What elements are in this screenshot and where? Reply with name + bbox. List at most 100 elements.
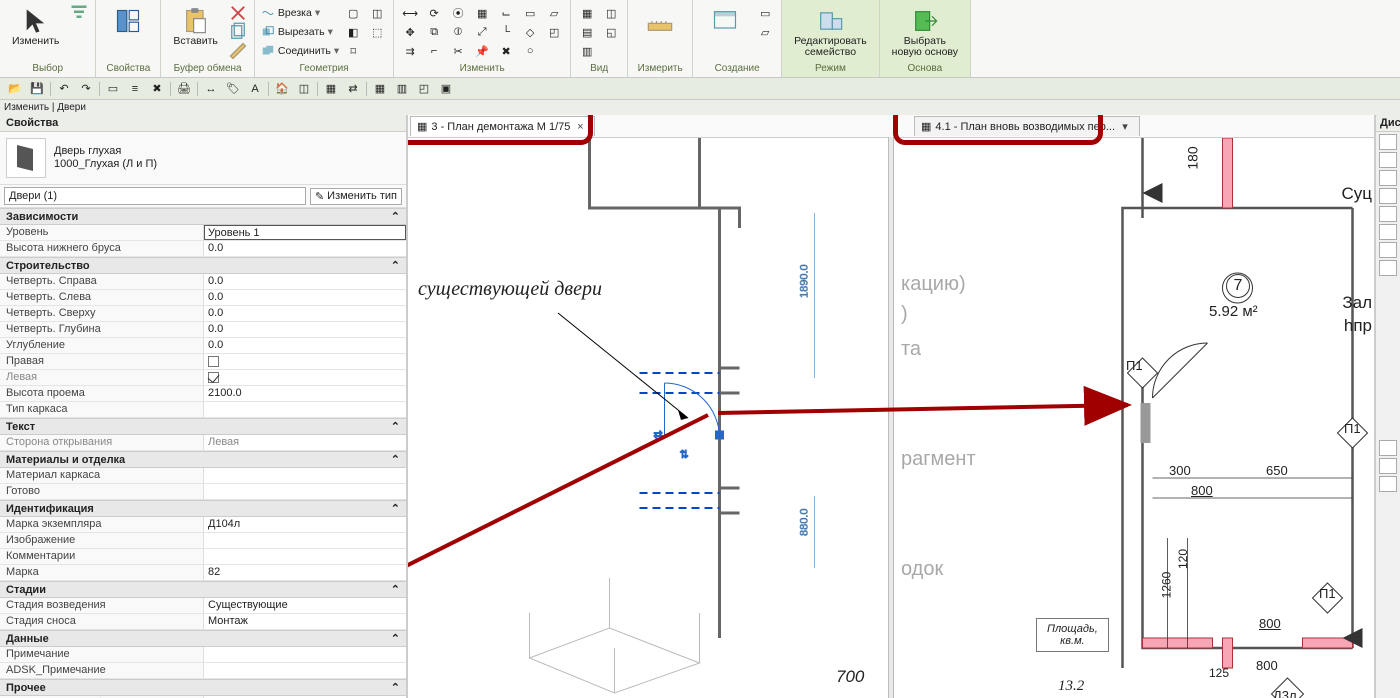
q-close-icon[interactable]: ✖ [148, 81, 166, 97]
p-v[interactable]: 0.0 [203, 338, 406, 353]
modify-ex5-icon[interactable]: ◰ [544, 23, 564, 41]
properties-button[interactable] [102, 4, 154, 36]
modify-button[interactable]: Изменить [6, 4, 65, 49]
p-v[interactable] [203, 533, 406, 548]
q-tile-icon[interactable]: ▦ [371, 81, 389, 97]
p-v[interactable]: 0.0 [203, 306, 406, 321]
q-sect-icon[interactable]: ▭ [104, 81, 122, 97]
p-v[interactable] [203, 549, 406, 564]
mirror-pick-icon[interactable]: ⦶ [448, 23, 468, 41]
pb-btn4[interactable] [1379, 188, 1397, 204]
pb-btn9[interactable] [1379, 440, 1397, 456]
split-icon[interactable]: ✂ [448, 42, 468, 60]
view1-icon[interactable]: ▦ [577, 4, 597, 22]
paste-button[interactable]: Вставить [167, 4, 224, 49]
p-v[interactable] [203, 647, 406, 662]
p-v[interactable]: Д104л [203, 517, 406, 532]
offset-icon[interactable]: ⇉ [400, 42, 420, 60]
scale-icon[interactable]: ⤢ [472, 23, 492, 41]
plan-right-canvas[interactable] [891, 138, 1374, 698]
q-win-icon[interactable]: ▣ [437, 81, 455, 97]
q-open-icon[interactable]: 📂 [6, 81, 24, 97]
q-thinlines-icon[interactable]: ≡ [126, 81, 144, 97]
editfamily-button[interactable]: Редактировать семейство [788, 4, 873, 60]
p-v[interactable] [203, 402, 406, 417]
pb-btn11[interactable] [1379, 476, 1397, 492]
mirror-axis-icon[interactable]: ⦿ [448, 4, 468, 22]
q-print-icon[interactable]: 🖨 [175, 81, 193, 97]
trim-icon[interactable]: ⌐ [424, 42, 444, 60]
cope-button[interactable]: Врезка▾ [261, 4, 339, 22]
tab-close-icon[interactable]: ▾ [1119, 120, 1131, 133]
q-undo-icon[interactable]: ↶ [55, 81, 73, 97]
geom2-icon[interactable]: ◧ [343, 23, 363, 41]
q-dim-icon[interactable]: ↔ [202, 81, 220, 97]
modify-ex1-icon[interactable]: ▭ [520, 4, 540, 22]
create3-icon[interactable]: ▱ [755, 23, 775, 41]
collapse-icon[interactable]: ⌃ [391, 583, 400, 596]
pb-btn2[interactable] [1379, 152, 1397, 168]
array-icon[interactable]: ▦ [472, 4, 492, 22]
p-v[interactable]: 0.0 [203, 274, 406, 289]
move-icon[interactable]: ✥ [400, 23, 420, 41]
instance-filter-combo[interactable]: Двери (1) [4, 187, 306, 205]
collapse-icon[interactable]: ⌃ [391, 632, 400, 645]
q-manage-icon[interactable]: ▦ [322, 81, 340, 97]
copy-icon[interactable] [228, 23, 248, 41]
q-save-icon[interactable]: 💾 [28, 81, 46, 97]
collapse-icon[interactable]: ⌃ [391, 420, 400, 433]
collapse-icon[interactable]: ⌃ [391, 502, 400, 515]
q-text-icon[interactable]: A [246, 81, 264, 97]
edit-type-button[interactable]: ✎Изменить тип [310, 188, 402, 205]
pb-btn1[interactable] [1379, 134, 1397, 150]
pb-btn7[interactable] [1379, 242, 1397, 258]
create-button[interactable] [699, 4, 751, 36]
view5-icon[interactable]: ◱ [601, 23, 621, 41]
drawing-area[interactable]: ▦ 3 - План демонтажа М 1/75 × ▦ 4.1 - Пл… [407, 115, 1375, 698]
cut-icon[interactable] [228, 4, 248, 22]
param-level-value[interactable] [204, 225, 406, 240]
cutgeo-button[interactable]: Вырезать▾ [261, 23, 339, 41]
collapse-icon[interactable]: ⌃ [391, 453, 400, 466]
view3-icon[interactable]: ▥ [577, 42, 597, 60]
param-right-hand-check[interactable] [203, 354, 406, 369]
create2-icon[interactable]: ▭ [755, 4, 775, 22]
copy-mod-icon[interactable]: ⧉ [424, 23, 444, 41]
q-3d-icon[interactable]: 🏠 [273, 81, 291, 97]
align-icon[interactable]: ⟷ [400, 4, 420, 22]
collapse-icon[interactable]: ⌃ [391, 210, 400, 223]
view4-icon[interactable]: ◫ [601, 4, 621, 22]
param-sill-value[interactable]: 0.0 [203, 241, 406, 256]
p-v[interactable]: 0.0 [203, 322, 406, 337]
filter-icon[interactable] [69, 4, 89, 22]
pb-btn10[interactable] [1379, 458, 1397, 474]
tab-close-icon[interactable]: × [574, 121, 586, 133]
pb-btn5[interactable] [1379, 206, 1397, 222]
q-section-icon[interactable]: ◫ [295, 81, 313, 97]
view-splitter[interactable] [888, 137, 894, 698]
plan-left-canvas[interactable]: ⇄ ⇅ 1890.0 880.0 [408, 138, 891, 698]
measure-button[interactable] [634, 4, 686, 36]
join-button[interactable]: Соединить▾ [261, 42, 339, 60]
trim-ext-icon[interactable]: ⌙ [496, 4, 516, 22]
param-phase-created-value[interactable]: Существующие [203, 598, 406, 613]
p-v[interactable]: 0.0 [203, 290, 406, 305]
wall-opening-icon[interactable]: ▢ [343, 4, 363, 22]
pb-btn6[interactable] [1379, 224, 1397, 240]
type-selector[interactable]: Дверь глухая 1000_Глухая (Л и П) [0, 132, 406, 185]
delete-icon[interactable]: ✖ [496, 42, 516, 60]
p-v[interactable] [203, 484, 406, 499]
tab-view-right[interactable]: ▦ 4.1 - План вновь возводимых пер... ▾ [914, 116, 1140, 136]
geom3-icon[interactable]: ⌑ [343, 42, 363, 60]
q-tab-icon[interactable]: ◰ [415, 81, 433, 97]
pb-btn3[interactable] [1379, 170, 1397, 186]
modify-ex2-icon[interactable]: ◇ [520, 23, 540, 41]
collapse-icon[interactable]: ⌃ [391, 681, 400, 694]
pb-btn8[interactable] [1379, 260, 1397, 276]
modify-ex3-icon[interactable]: ○ [520, 42, 540, 60]
tab-view-left[interactable]: ▦ 3 - План демонтажа М 1/75 × [410, 116, 595, 136]
matchtype-icon[interactable] [228, 42, 248, 60]
p-v[interactable]: 2100.0 [203, 386, 406, 401]
q-tag-icon[interactable]: 🏷 [224, 81, 242, 97]
trim-single-icon[interactable]: └ [496, 23, 516, 41]
